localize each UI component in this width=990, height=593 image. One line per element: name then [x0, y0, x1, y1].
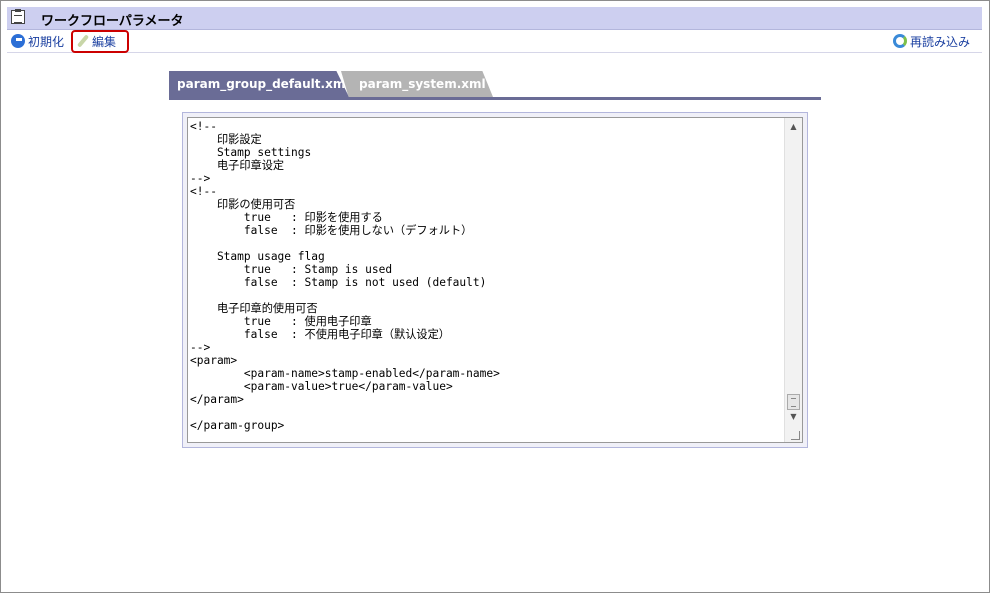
scroll-up-icon[interactable]: ▲ [785, 118, 802, 135]
edit-highlight-box [71, 30, 129, 53]
refresh-g-icon [11, 34, 25, 48]
file-tabs: param_group_default.xml param_system.xml [169, 71, 821, 99]
tab-label: param_group_default.xml [177, 77, 350, 91]
reload-button[interactable]: 再読み込み [893, 32, 970, 50]
title-bar: ワークフローパラメータ [7, 7, 982, 30]
tab-param-system[interactable]: param_system.xml [341, 71, 493, 97]
xml-content[interactable]: <!-- 印影設定 Stamp settings 电子印章设定 --> <!--… [190, 120, 785, 440]
init-button[interactable]: 初期化 [11, 32, 64, 50]
editor-container: <!-- 印影設定 Stamp settings 电子印章设定 --> <!--… [182, 112, 808, 448]
resize-handle-icon[interactable] [791, 431, 800, 440]
toolbar: 初期化 編集 再読み込み [7, 30, 982, 53]
reload-button-label: 再読み込み [910, 34, 971, 49]
tab-param-group-default[interactable]: param_group_default.xml [169, 71, 349, 97]
scroll-down-icon[interactable]: ▼ [785, 408, 802, 425]
vertical-scrollbar[interactable]: ▲ ▼ [784, 118, 802, 442]
reload-icon [893, 34, 907, 48]
init-button-label: 初期化 [28, 34, 65, 49]
page-title: ワークフローパラメータ [41, 14, 184, 29]
tab-label: param_system.xml [359, 77, 486, 91]
clipboard-icon [11, 9, 25, 24]
tab-underline [169, 97, 821, 100]
xml-editor[interactable]: <!-- 印影設定 Stamp settings 电子印章设定 --> <!--… [187, 117, 803, 443]
